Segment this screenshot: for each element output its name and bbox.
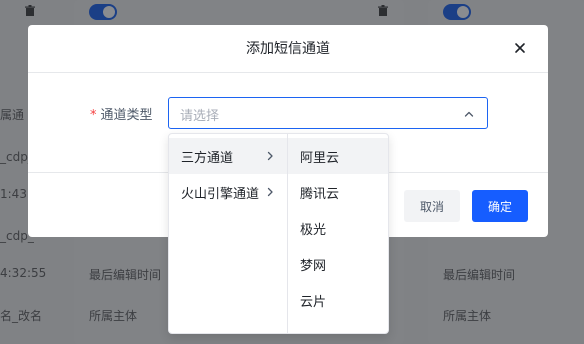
background-row-text: 属通 bbox=[0, 108, 25, 122]
channel-type-label: * 通道类型 bbox=[90, 104, 153, 123]
chevron-up-icon bbox=[464, 111, 474, 117]
cascader-option-label: 梦网 bbox=[300, 258, 327, 274]
chevron-right-icon bbox=[267, 151, 273, 161]
channel-type-select[interactable]: 请选择 bbox=[168, 97, 488, 129]
cascader-option-label: 腾讯云 bbox=[300, 186, 340, 202]
background-row-text: 4:32:55 bbox=[0, 266, 47, 280]
cascader-option-third-party[interactable]: 三方通道 bbox=[169, 138, 287, 174]
cascader-option-jiguang[interactable]: 极光 bbox=[288, 210, 388, 246]
dialog-title: 添加短信通道 bbox=[246, 41, 330, 57]
background-row-text: 名_改名 bbox=[0, 309, 43, 323]
trash-icon bbox=[25, 5, 35, 16]
cascader-option-mengwang[interactable]: 梦网 bbox=[288, 246, 388, 282]
cascader-option-tencent-cloud[interactable]: 腾讯云 bbox=[288, 174, 388, 210]
trash-icon bbox=[378, 5, 388, 16]
background-toggle bbox=[89, 4, 117, 20]
cancel-button[interactable]: 取消 bbox=[404, 190, 460, 222]
cascader-level-1: 三方通道 火山引擎通道 bbox=[169, 134, 288, 333]
close-icon[interactable] bbox=[513, 41, 527, 55]
background-label: 所属主体 bbox=[443, 309, 492, 323]
background-label: 所属主体 bbox=[89, 309, 138, 323]
background-toggle bbox=[443, 4, 471, 20]
channel-type-label-text: 通道类型 bbox=[100, 108, 153, 123]
required-mark: * bbox=[90, 108, 97, 123]
channel-type-cascader: 三方通道 火山引擎通道 阿里云 腾讯云 极光 梦网 云片 bbox=[168, 133, 389, 334]
cascader-option-label: 云片 bbox=[300, 294, 327, 310]
cascader-option-yunpian[interactable]: 云片 bbox=[288, 282, 388, 318]
cascader-option-aliyun[interactable]: 阿里云 bbox=[288, 138, 388, 174]
confirm-button[interactable]: 确定 bbox=[472, 190, 528, 222]
chevron-right-icon bbox=[267, 187, 273, 197]
cascader-option-label: 极光 bbox=[300, 222, 327, 238]
background-row-text: 1:43: bbox=[0, 187, 31, 201]
cascader-option-label: 阿里云 bbox=[300, 150, 340, 166]
dialog-header-divider bbox=[28, 72, 548, 73]
cascader-option-volcano-engine[interactable]: 火山引擎通道 bbox=[169, 174, 287, 210]
cascader-option-label: 火山引擎通道 bbox=[181, 186, 260, 202]
cascader-level-2: 阿里云 腾讯云 极光 梦网 云片 bbox=[288, 134, 388, 333]
background-label: 最后编辑时间 bbox=[89, 268, 162, 282]
select-placeholder: 请选择 bbox=[180, 109, 220, 124]
cascader-option-label: 三方通道 bbox=[181, 150, 234, 166]
background-label: 最后编辑时间 bbox=[443, 268, 516, 282]
